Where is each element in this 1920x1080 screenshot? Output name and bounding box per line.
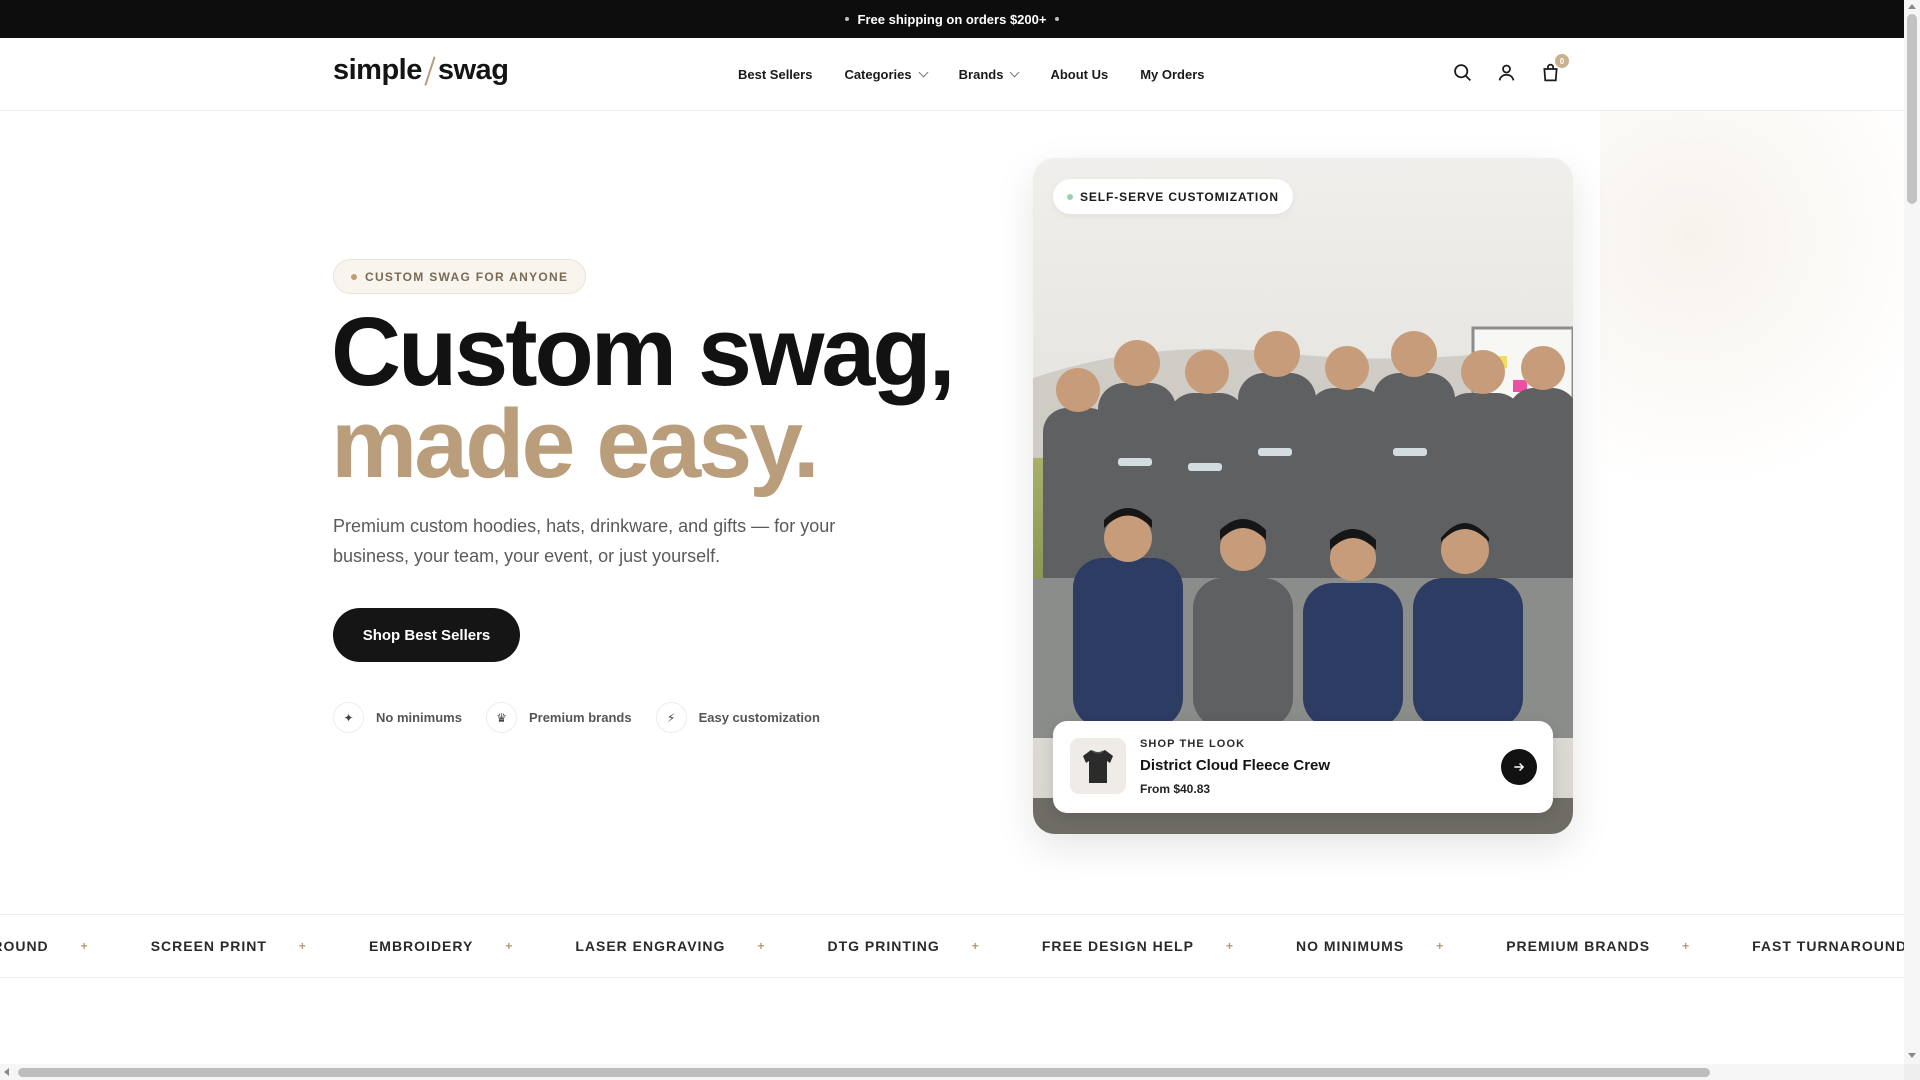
cart-icon[interactable]: 0 (1540, 54, 1569, 83)
product-price: From $40.83 (1140, 782, 1211, 796)
vertical-scroll-thumb[interactable] (1907, 14, 1917, 204)
marquee-item: SCREEN PRINT + (150, 938, 307, 954)
eyebrow-text: CUSTOM SWAG FOR ANYONE (365, 269, 569, 284)
nav-categories[interactable]: Categories (844, 67, 929, 82)
hero-title-line1: Custom swag, (331, 297, 956, 406)
scroll-up-icon[interactable] (1908, 4, 1916, 9)
scroll-left-icon[interactable] (4, 1068, 9, 1076)
hero-image-card: SELF-SERVE CUSTOMIZATION SHOP THE LOOK D… (1033, 158, 1573, 834)
plus-icon: + (971, 939, 980, 953)
shop-best-sellers-button[interactable]: Shop Best Sellers (333, 608, 520, 662)
feature-label: Premium brands (528, 710, 632, 725)
hero-title: Custom swag, made easy. (331, 297, 956, 498)
cart-count-badge: 0 (1555, 54, 1569, 68)
services-marquee: RNAROUND+ SCREEN PRINT+ EMBROIDERY+ LASE… (0, 914, 1904, 978)
marquee-item: EMBROIDERY + (368, 938, 514, 954)
feature-label: No minimums (376, 710, 462, 725)
nav-label: About Us (1050, 67, 1109, 82)
chevron-down-icon (1009, 67, 1020, 78)
feature-no-minimums: ✦ No minimums (333, 702, 462, 733)
bullet-dot (844, 17, 849, 21)
scroll-down-icon[interactable] (1908, 1053, 1916, 1058)
marquee-item: FAST TURNAROUND+ (1752, 938, 1904, 954)
user-icon[interactable] (1496, 62, 1517, 83)
announcement-bar: Free shipping on orders $200+ (0, 0, 1904, 38)
hero-features: ✦ No minimums ♛ Premium brands ⚡ Easy cu… (333, 702, 820, 733)
self-serve-text: SELF-SERVE CUSTOMIZATION (1080, 189, 1279, 204)
nav-label: My Orders (1140, 67, 1205, 82)
background-glow (1600, 111, 1904, 531)
site-logo[interactable]: simple swag (333, 54, 509, 87)
logo-text-left: simple (333, 54, 422, 86)
badge-dot (351, 273, 357, 280)
plus-icon: + (1225, 939, 1234, 953)
plus-icon: + (298, 939, 307, 953)
hero-title-line2: made easy. (331, 389, 820, 498)
hero-subtitle: Premium custom hoodies, hats, drinkware,… (333, 516, 836, 566)
hero-eyebrow-badge: CUSTOM SWAG FOR ANYONE (333, 259, 587, 294)
nav-brands[interactable]: Brands (958, 67, 1020, 82)
plus-icon: + (757, 939, 766, 953)
self-serve-badge: SELF-SERVE CUSTOMIZATION (1053, 179, 1293, 214)
product-thumbnail (1070, 738, 1126, 794)
product-name: District Cloud Fleece Crew (1140, 757, 1331, 774)
announcement-text: Free shipping on orders $200+ (857, 11, 1047, 27)
shop-the-look-label: SHOP THE LOOK (1140, 738, 1246, 750)
nav-best-sellers[interactable]: Best Sellers (738, 67, 812, 82)
vertical-scrollbar[interactable] (1904, 0, 1920, 1080)
marquee-item: PREMIUM BRANDS + (1506, 938, 1691, 954)
plus-icon: + (505, 939, 514, 953)
arrow-right-icon[interactable] (1501, 749, 1537, 785)
site-header: simple swag Best Sellers Categories Bran… (0, 38, 1904, 111)
marquee-item: LASER ENGRAVING + (575, 938, 766, 954)
chevron-down-icon (918, 67, 929, 78)
marquee-item: NO MINIMUMS + (1295, 938, 1445, 954)
sparkle-icon: ✦ (333, 702, 364, 733)
nav-about-us[interactable]: About Us (1050, 67, 1108, 82)
scrollbar-corner (1904, 1064, 1920, 1080)
plus-icon: + (80, 939, 89, 953)
search-icon[interactable] (1452, 62, 1473, 83)
feature-easy-customization: ⚡ Easy customization (655, 702, 820, 733)
logo-text-right: swag (437, 54, 509, 86)
horizontal-scroll-thumb[interactable] (18, 1068, 1710, 1077)
badge-dot (1067, 193, 1073, 200)
shop-the-look-card[interactable]: SHOP THE LOOK District Cloud Fleece Crew… (1053, 721, 1553, 813)
logo-slash (424, 55, 436, 86)
bolt-icon: ⚡ (655, 702, 687, 733)
marquee-item: FREE DESIGN HELP + (1041, 938, 1234, 954)
feature-label: Easy customization (698, 710, 820, 725)
plus-icon: + (1682, 939, 1691, 953)
marquee-item: RNAROUND+ (0, 938, 89, 954)
feature-premium-brands: ♛ Premium brands (485, 702, 632, 733)
nav-label: Categories (844, 67, 912, 82)
marquee-item: DTG PRINTING + (827, 938, 980, 954)
bullet-dot (1055, 17, 1060, 21)
horizontal-scrollbar[interactable] (0, 1064, 1904, 1080)
nav-label: Best Sellers (738, 67, 813, 82)
nav-label: Brands (958, 67, 1004, 82)
header-actions: 0 (1452, 54, 1569, 83)
crown-icon: ♛ (485, 702, 517, 733)
plus-icon: + (1436, 939, 1445, 953)
nav-my-orders[interactable]: My Orders (1140, 67, 1204, 82)
marquee-track: RNAROUND+ SCREEN PRINT+ EMBROIDERY+ LASE… (0, 915, 1904, 977)
main-nav: Best Sellers Categories Brands About Us … (738, 38, 1205, 111)
